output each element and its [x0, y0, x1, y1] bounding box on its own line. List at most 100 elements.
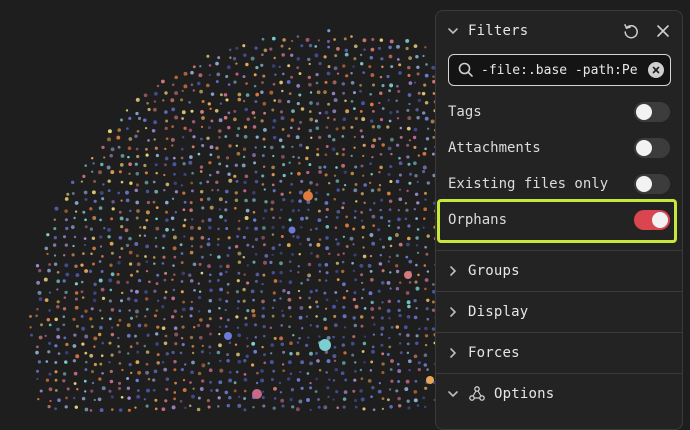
graph-node[interactable] — [371, 37, 375, 41]
graph-node[interactable] — [136, 262, 141, 267]
graph-node[interactable] — [416, 251, 420, 255]
graph-node[interactable] — [335, 390, 339, 394]
graph-node[interactable] — [242, 299, 246, 303]
graph-node[interactable] — [388, 119, 392, 123]
graph-node[interactable] — [40, 323, 43, 327]
graph-node[interactable] — [197, 282, 201, 285]
graph-node[interactable] — [224, 200, 228, 204]
graph-node[interactable] — [310, 251, 313, 255]
graph-node[interactable] — [262, 273, 266, 277]
graph-node[interactable] — [387, 224, 391, 227]
graph-node[interactable] — [269, 360, 274, 365]
graph-node[interactable] — [341, 206, 345, 210]
graph-node[interactable] — [413, 354, 418, 359]
graph-node[interactable] — [89, 409, 93, 412]
graph-node[interactable] — [323, 291, 327, 295]
graph-node[interactable] — [291, 109, 295, 113]
graph-node[interactable] — [99, 325, 103, 330]
graph-node[interactable] — [333, 314, 337, 318]
graph-node[interactable] — [136, 129, 140, 133]
graph-node[interactable] — [363, 48, 366, 51]
graph-node[interactable] — [54, 407, 57, 411]
graph-node[interactable] — [423, 363, 428, 367]
graph-node[interactable] — [128, 162, 132, 167]
graph-node[interactable] — [207, 237, 211, 241]
graph-node[interactable] — [251, 245, 255, 248]
graph-node[interactable] — [180, 280, 184, 283]
graph-node[interactable] — [399, 135, 403, 139]
graph-node[interactable] — [233, 80, 237, 84]
graph-node[interactable] — [378, 184, 382, 187]
graph-node[interactable] — [363, 201, 366, 205]
graph-node[interactable] — [48, 309, 51, 312]
graph-node[interactable] — [424, 73, 429, 78]
graph-node[interactable] — [38, 269, 42, 273]
graph-node[interactable] — [254, 336, 257, 339]
graph-node[interactable] — [381, 107, 385, 110]
graph-node[interactable] — [305, 156, 309, 161]
graph-node[interactable] — [378, 306, 382, 310]
graph-node[interactable] — [244, 316, 248, 320]
graph-node[interactable] — [395, 325, 400, 329]
graph-node[interactable] — [46, 252, 49, 256]
graph-node[interactable] — [282, 197, 286, 202]
graph-node[interactable] — [335, 152, 339, 156]
graph-node[interactable] — [225, 156, 230, 160]
graph-node[interactable] — [389, 83, 394, 88]
graph-node[interactable] — [124, 228, 129, 233]
graph-node[interactable] — [128, 309, 131, 312]
graph-node[interactable] — [395, 143, 400, 147]
graph-node[interactable] — [353, 44, 358, 49]
graph-node[interactable] — [173, 368, 177, 372]
graph-node[interactable] — [120, 395, 124, 399]
graph-node[interactable] — [161, 305, 165, 309]
graph-node[interactable] — [217, 237, 220, 241]
graph-node[interactable] — [423, 207, 428, 212]
graph-node[interactable] — [415, 243, 419, 247]
graph-node[interactable] — [84, 225, 88, 229]
graph-node[interactable] — [271, 165, 275, 170]
graph-node[interactable] — [397, 89, 401, 93]
graph-node[interactable] — [93, 398, 96, 402]
graph-node[interactable] — [297, 271, 300, 274]
graph-node[interactable] — [191, 351, 195, 355]
graph-node[interactable] — [174, 342, 178, 346]
graph-node[interactable] — [93, 282, 97, 287]
graph-node[interactable] — [244, 216, 249, 220]
graph-node[interactable] — [363, 335, 367, 338]
graph-node[interactable] — [235, 370, 239, 374]
graph-node[interactable] — [406, 155, 410, 159]
graph-node[interactable] — [290, 39, 294, 43]
graph-node[interactable] — [165, 352, 169, 356]
graph-node[interactable] — [74, 201, 79, 205]
graph-node[interactable] — [307, 336, 310, 339]
graph-node[interactable] — [45, 360, 49, 363]
graph-node[interactable] — [296, 378, 301, 382]
graph-node[interactable] — [246, 345, 249, 348]
graph-node[interactable] — [314, 119, 318, 123]
graph-node[interactable] — [424, 116, 429, 121]
graph-node[interactable] — [201, 116, 205, 120]
graph-node[interactable] — [407, 65, 411, 70]
graph-node[interactable] — [288, 325, 291, 329]
graph-node[interactable] — [92, 162, 95, 165]
graph-node[interactable] — [270, 352, 273, 355]
graph-node[interactable] — [297, 171, 301, 176]
graph-node[interactable] — [236, 234, 240, 239]
graph-node[interactable] — [398, 342, 402, 345]
graph-node[interactable] — [219, 102, 223, 105]
graph-node[interactable] — [218, 380, 223, 385]
graph-node[interactable] — [352, 389, 356, 393]
graph-node[interactable] — [335, 261, 339, 265]
graph-node[interactable] — [395, 287, 400, 291]
graph-node[interactable] — [333, 345, 337, 349]
graph-node[interactable] — [72, 359, 77, 363]
graph-node[interactable] — [337, 253, 340, 257]
graph-node[interactable] — [423, 83, 427, 87]
graph-node[interactable] — [397, 299, 401, 303]
graph-node[interactable] — [64, 360, 68, 364]
graph-node[interactable] — [84, 198, 88, 201]
graph-node[interactable] — [243, 373, 247, 376]
graph-node[interactable] — [350, 80, 355, 85]
graph-node[interactable] — [153, 262, 156, 265]
